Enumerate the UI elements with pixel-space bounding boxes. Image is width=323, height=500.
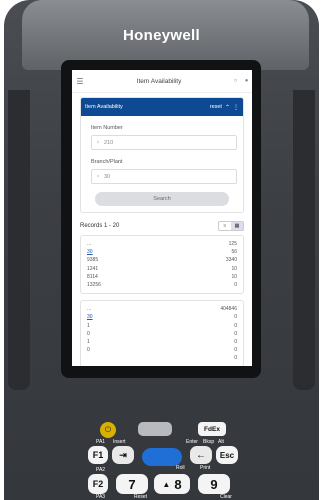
item-availability-card: Item Availability reset ⌃ ⋮ Item Number … — [80, 97, 244, 213]
list-item: 30 56 — [87, 248, 237, 256]
record-card[interactable]: ... 404846 30 0 10 00 10 00 0 — [80, 300, 244, 366]
bell-icon[interactable]: ○ — [230, 78, 241, 84]
pa3-label: PA3 — [96, 494, 106, 500]
more-vert-icon[interactable]: ⋮ — [233, 104, 239, 111]
row-key: 13256 — [87, 282, 101, 289]
list-item: 00 — [87, 330, 237, 338]
list-item: 1241 10 — [87, 265, 237, 273]
records-label: Records 1 - 20 — [80, 223, 120, 229]
insert-label: Insert — [113, 439, 126, 445]
row-value: 3340 — [225, 257, 237, 264]
user-icon[interactable]: ● — [241, 78, 252, 84]
list-item: 30 0 — [87, 313, 237, 321]
tab-key[interactable]: ⇥ — [112, 446, 134, 464]
backspace-arrow-icon: ← — [196, 449, 206, 461]
pa1-label: PA1 — [96, 439, 106, 445]
chevron-up-icon[interactable]: ⌃ — [225, 104, 230, 111]
row-value: 0 — [234, 347, 237, 354]
row-key: 0 — [87, 347, 90, 354]
list-item: ... 125 — [87, 240, 237, 248]
row-value: 0 — [234, 355, 237, 362]
branch-plant-value: 30 — [104, 173, 111, 180]
list-item: ... 404846 — [87, 305, 237, 313]
row-key: 1 — [87, 338, 90, 345]
up-arrow-icon: ▲ — [162, 479, 171, 489]
grid-view-icon[interactable]: ▦ — [231, 222, 243, 230]
key-7[interactable]: 7 — [116, 474, 148, 494]
row-key: 1 — [87, 322, 90, 329]
tab-icon: ⇥ — [119, 449, 127, 460]
pa2-label: PA2 — [96, 467, 106, 473]
row-value: 0 — [234, 314, 237, 321]
card-title: Item Availability — [85, 104, 123, 110]
row-key: 0 — [87, 330, 90, 337]
app-bar: ☰ Item Availability ○ ● — [72, 70, 252, 93]
records-bar: Records 1 - 20 ≡ ▦ — [80, 221, 244, 231]
power-icon: ⏻ — [104, 425, 112, 434]
print-label: Print — [200, 465, 211, 471]
f2-key[interactable]: F2 — [88, 474, 108, 494]
bksp-label: Bksp — [203, 439, 215, 445]
list-item: 10 — [87, 338, 237, 346]
reset-button[interactable]: reset — [210, 104, 222, 110]
row-value: 10 — [231, 273, 237, 280]
branch-plant-input[interactable]: × 30 — [91, 169, 237, 184]
enter-label: Enter — [186, 439, 198, 445]
key-9[interactable]: 9 — [198, 474, 230, 494]
row-key: 1241 — [87, 265, 99, 272]
row-value: 0 — [234, 338, 237, 345]
row-key-link[interactable]: 30 — [87, 314, 234, 320]
list-item: 13256 0 — [87, 281, 237, 289]
item-number-input[interactable]: × 210 — [91, 135, 237, 150]
row-value: 0 — [234, 282, 237, 289]
fedex-key[interactable]: FdEx — [198, 422, 226, 436]
roll-label: Roll — [176, 465, 185, 471]
function-key[interactable]: ⏻ — [100, 422, 116, 438]
card-header: Item Availability reset ⌃ ⋮ — [81, 98, 243, 116]
page-title: Item Availability — [136, 77, 182, 85]
list-item: 00 — [87, 346, 237, 354]
device-screen: ☰ Item Availability ○ ● Item Availabilit… — [72, 70, 252, 366]
branch-plant-label: Branch/Plant — [91, 159, 123, 165]
key-8[interactable]: ▲ 8 — [154, 474, 190, 494]
alt-label: Alt — [218, 439, 224, 445]
list-item: 0 — [87, 354, 237, 362]
row-value: 56 — [231, 249, 237, 256]
row-value: 0 — [234, 330, 237, 337]
item-number-label: Item Number — [91, 125, 123, 131]
list-item: 10 — [87, 322, 237, 330]
item-number-value: 210 — [104, 139, 114, 146]
row-value: 404846 — [220, 306, 237, 313]
clear-label: Clear — [220, 494, 232, 500]
device-side-grip-right — [293, 90, 315, 390]
device-side-grip-left — [8, 90, 30, 390]
record-card[interactable]: ... 125 30 56 9385 3340 1241 10 8114 10 13256… — [80, 235, 244, 295]
row-key: ... — [87, 241, 92, 248]
search-button[interactable]: Search — [95, 192, 229, 206]
row-value: 125 — [228, 241, 237, 248]
list-item: 8114 10 — [87, 273, 237, 281]
clear-icon[interactable]: × — [92, 140, 104, 146]
menu-icon[interactable]: ☰ — [72, 77, 88, 86]
brand-logo: Honeywell — [123, 27, 200, 44]
clear-icon[interactable]: × — [92, 174, 104, 180]
esc-key[interactable]: Esc — [216, 446, 238, 464]
row-key: ... — [87, 306, 92, 313]
row-value: 10 — [231, 265, 237, 272]
backspace-key[interactable]: ← — [190, 446, 212, 464]
row-key-link[interactable]: 30 — [87, 249, 231, 255]
row-key: 9385 — [87, 257, 99, 264]
row-value: 0 — [234, 322, 237, 329]
scan-button[interactable] — [138, 422, 172, 436]
row-key: 8114 — [87, 273, 98, 280]
list-item: 9385 3340 — [87, 256, 237, 264]
reset-label: Reset — [134, 494, 148, 500]
f1-key[interactable]: F1 — [88, 446, 108, 464]
enter-key[interactable] — [142, 448, 182, 466]
view-toggle: ≡ ▦ — [218, 221, 244, 231]
key-8-label: 8 — [174, 476, 182, 492]
list-view-icon[interactable]: ≡ — [219, 222, 231, 230]
